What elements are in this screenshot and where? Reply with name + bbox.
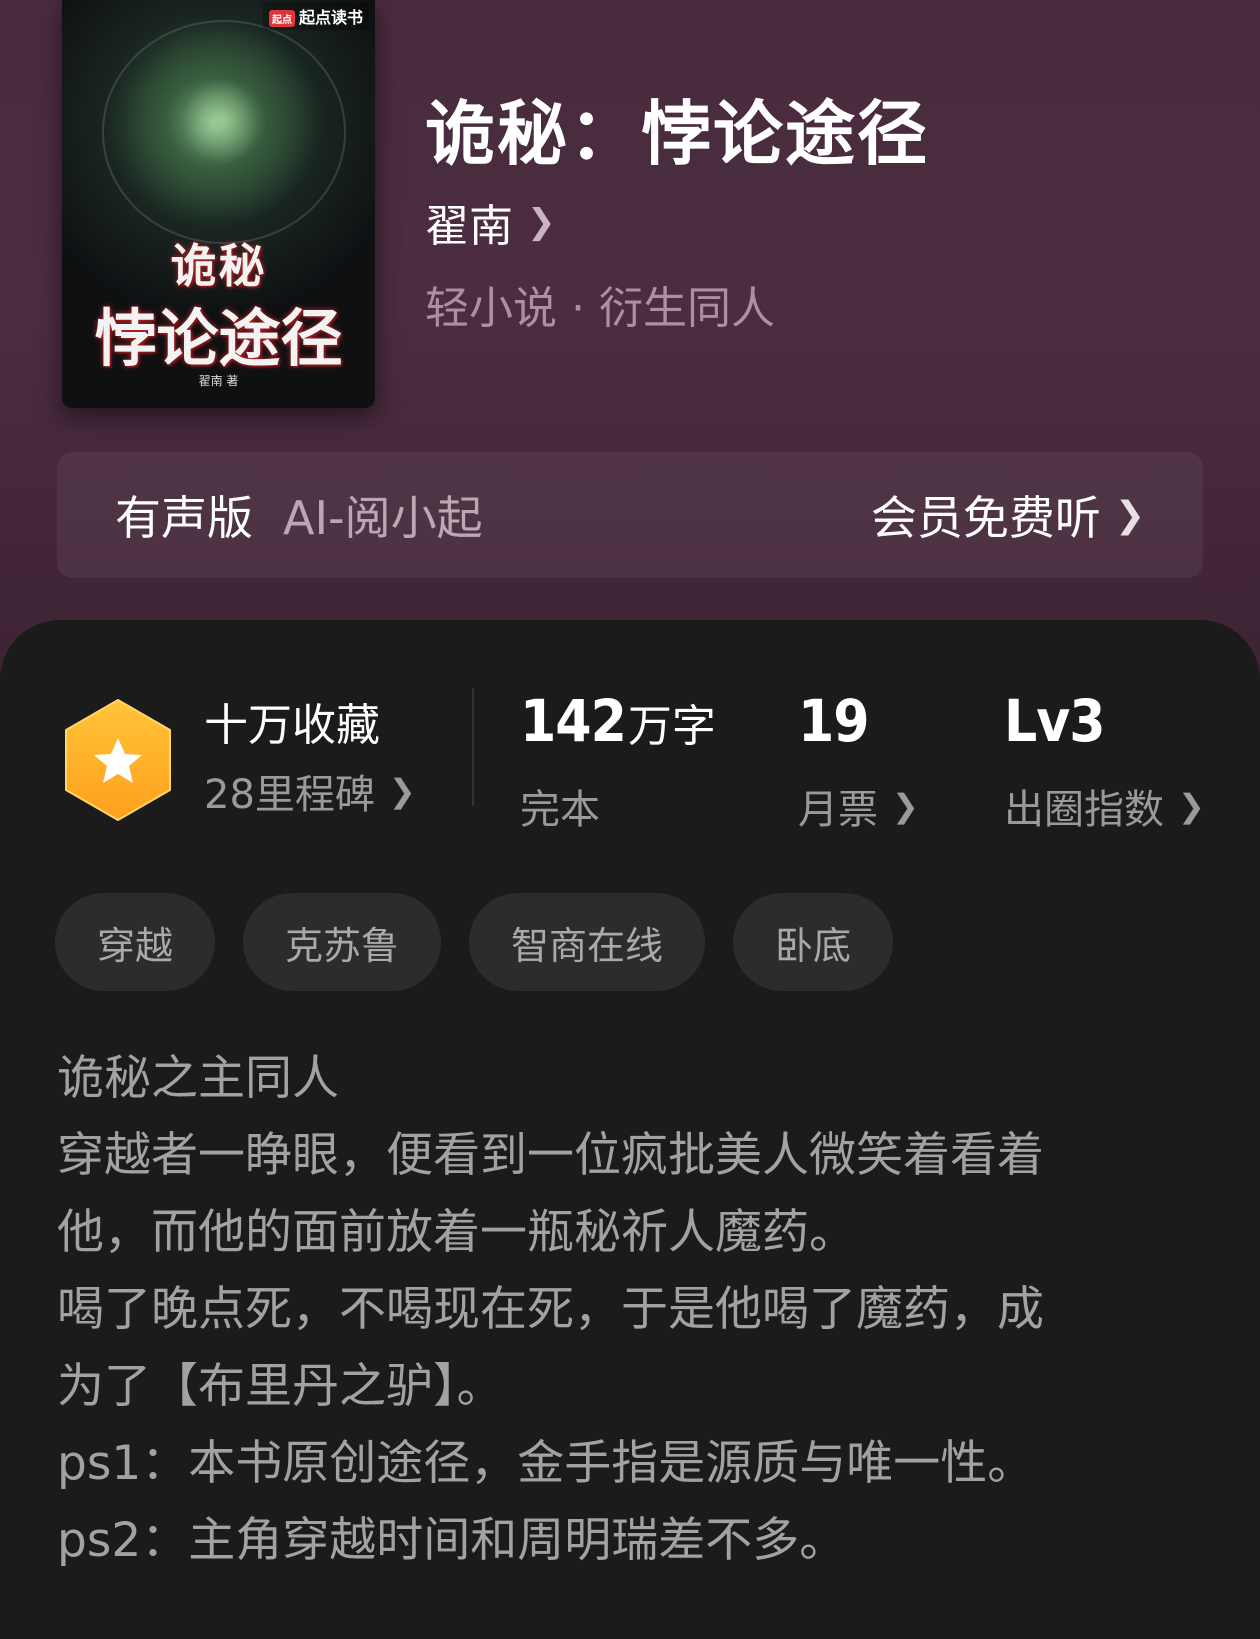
chevron-right-icon: ❯ bbox=[527, 202, 556, 242]
monthly-votes-count: 19 bbox=[798, 687, 870, 755]
cover-title-line1: 诡秘 bbox=[170, 239, 267, 293]
cover-author: 翟南 著 bbox=[198, 374, 239, 388]
monthly-votes-stat[interactable]: 19 月票 ❯ bbox=[798, 688, 919, 835]
audio-version-bar[interactable]: 有声版 AI-阅小起 会员免费听 ❯ bbox=[57, 452, 1203, 578]
popularity-index-stat[interactable]: Lv3 出圈指数 ❯ bbox=[1004, 688, 1205, 835]
description-line: 为了【布里丹之驴】。 bbox=[57, 1359, 504, 1414]
collection-count: 十万收藏 bbox=[204, 700, 380, 751]
description-line: 喝了晚点死，不喝现在死，于是他喝了魔药，成 bbox=[57, 1282, 1044, 1337]
book-header: 起点 起点读书 诡秘 悖论途径 翟南 著 诡秘：悖论途径 翟南 ❯ 轻小说 · 衍… bbox=[0, 0, 1260, 700]
word-count-stat: 142万字 完本 bbox=[520, 688, 716, 835]
book-genre: 轻小说 · 衍生同人 bbox=[425, 283, 775, 334]
audio-label: 有声版 bbox=[115, 491, 253, 545]
description-line: 诡秘之主同人 bbox=[57, 1051, 339, 1106]
stats-row: 十万收藏 28里程碑 ❯ 142万字 完本 19 月票 ❯ Lv3 出圈指数 ❯ bbox=[0, 660, 1260, 833]
description-line: ps1：本书原创途径，金手指是源质与唯一性。 bbox=[57, 1436, 1035, 1491]
milestone-label: 28里程碑 bbox=[204, 772, 375, 818]
description-line: ps2：主角穿越时间和周明瑞差不多。 bbox=[57, 1513, 847, 1568]
tag-chip[interactable]: 克苏鲁 bbox=[243, 893, 442, 991]
popularity-index-label: 出圈指数 bbox=[1004, 787, 1164, 833]
collection-stat[interactable]: 十万收藏 28里程碑 ❯ bbox=[204, 698, 416, 820]
tag-chip[interactable]: 智商在线 bbox=[469, 893, 706, 991]
book-title: 诡秘：悖论途径 bbox=[425, 93, 929, 175]
tag-list: 穿越 克苏鲁 智商在线 卧底 bbox=[55, 893, 894, 991]
tag-chip[interactable]: 卧底 bbox=[733, 893, 894, 991]
author-link[interactable]: 翟南 ❯ bbox=[425, 190, 556, 254]
word-count-unit: 万字 bbox=[627, 701, 716, 752]
stats-divider bbox=[472, 688, 474, 806]
member-listen-button[interactable]: 会员免费听 ❯ bbox=[871, 482, 1145, 548]
cover-art bbox=[102, 20, 346, 244]
completion-status: 完本 bbox=[520, 787, 600, 833]
word-count-number: 142 bbox=[520, 687, 627, 755]
chevron-right-icon: ❯ bbox=[1114, 494, 1145, 536]
description-line: 穿越者一睁眼，便看到一位疯批美人微笑着看着 bbox=[57, 1128, 1044, 1183]
audio-voice: AI-阅小起 bbox=[283, 491, 483, 545]
chevron-right-icon: ❯ bbox=[892, 787, 919, 825]
book-description[interactable]: 诡秘之主同人 穿越者一睁眼，便看到一位疯批美人微笑着看着 他，而他的面前放着一瓶… bbox=[57, 1040, 1197, 1579]
author-name: 翟南 bbox=[425, 201, 513, 252]
star-badge-icon bbox=[65, 699, 171, 821]
description-line: 他，而他的面前放着一瓶秘祈人魔药。 bbox=[57, 1205, 856, 1260]
qidian-logo-icon: 起点 bbox=[268, 10, 295, 27]
cover-brand: 起点 起点读书 bbox=[262, 2, 369, 30]
book-cover[interactable]: 起点 起点读书 诡秘 悖论途径 翟南 著 bbox=[62, 0, 375, 408]
monthly-votes-label: 月票 bbox=[798, 787, 878, 833]
tag-chip[interactable]: 穿越 bbox=[55, 893, 216, 991]
cover-title-line2: 悖论途径 bbox=[94, 302, 343, 375]
popularity-level: Lv3 bbox=[1004, 687, 1106, 755]
chevron-right-icon: ❯ bbox=[388, 772, 416, 810]
chevron-right-icon: ❯ bbox=[1178, 787, 1205, 825]
